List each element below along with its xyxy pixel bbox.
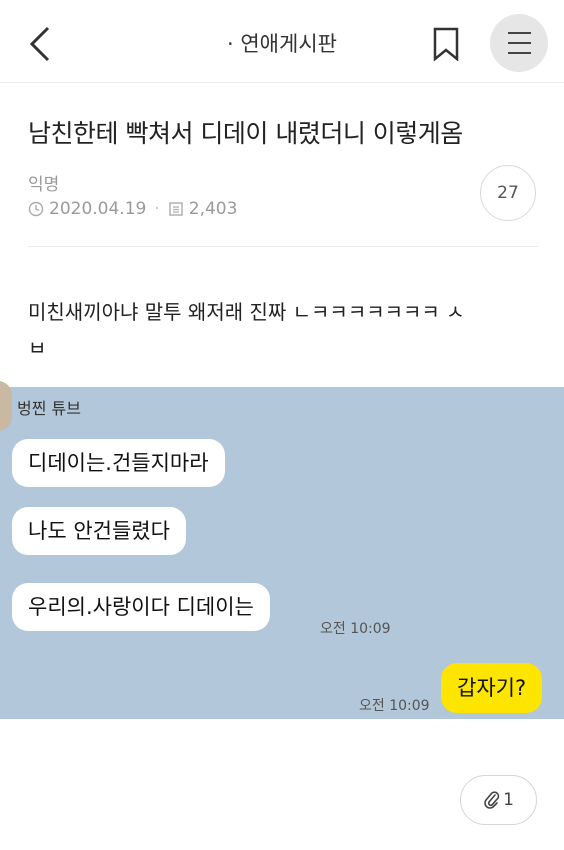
- top-bar: · 연애게시판: [0, 0, 564, 82]
- post-date: 2020.04.19: [49, 199, 147, 219]
- sender-name: 벙찐 튜브: [17, 399, 81, 418]
- hamburger-menu-icon-bar: [508, 42, 531, 44]
- post-author: 익명: [28, 175, 60, 195]
- separator-dot: ·: [154, 199, 160, 219]
- bookmark-icon: [433, 27, 459, 62]
- post-meta: 2020.04.19 · 2,403: [28, 199, 237, 219]
- attachment-count: 1: [503, 790, 514, 810]
- my-message-bubble: 갑자기?: [441, 663, 543, 713]
- paperclip-icon: [484, 791, 500, 809]
- attachment-button[interactable]: 1: [460, 775, 537, 825]
- views-icon: [169, 202, 183, 216]
- post-title: 남친한테 빡쳐서 디데이 내렸더니 이렇게옴: [28, 119, 463, 148]
- menu-button[interactable]: [490, 14, 548, 72]
- chat-screenshot: 벙찐 튜브 디데이는.건들지마라 나도 안건들렸다 우리의.사랑이다 디데이는 …: [0, 381, 564, 719]
- message-bubble: 디데이는.건들지마라: [12, 439, 225, 487]
- post-views: 2,403: [188, 199, 238, 219]
- message-bubble: 나도 안건들렸다: [12, 507, 186, 555]
- hamburger-menu-icon: [508, 32, 531, 34]
- meta-divider: [28, 246, 538, 247]
- bookmark-button[interactable]: [432, 27, 460, 62]
- post-body-line: 미친새끼아냐 말투 왜저래 진짜 ㄴㅋㅋㅋㅋㅋㅋㅋ ㅅ: [28, 300, 465, 324]
- clock-icon: [28, 201, 44, 217]
- message-bubble: 우리의.사랑이다 디데이는: [12, 583, 270, 631]
- post-body-line: ㅂ: [28, 336, 47, 360]
- message-time: 오전 10:09: [320, 621, 391, 637]
- message-time: 오전 10:09: [359, 698, 430, 714]
- hamburger-menu-icon-bar: [508, 52, 531, 54]
- post-body: 미친새끼아냐 말투 왜저래 진짜 ㄴㅋㅋㅋㅋㅋㅋㅋ ㅅ ㅂ: [28, 294, 538, 366]
- avatar: [0, 381, 12, 431]
- comment-count-button[interactable]: 27: [480, 165, 536, 221]
- header-divider: [0, 82, 564, 83]
- board-name[interactable]: · 연애게시판: [0, 28, 564, 58]
